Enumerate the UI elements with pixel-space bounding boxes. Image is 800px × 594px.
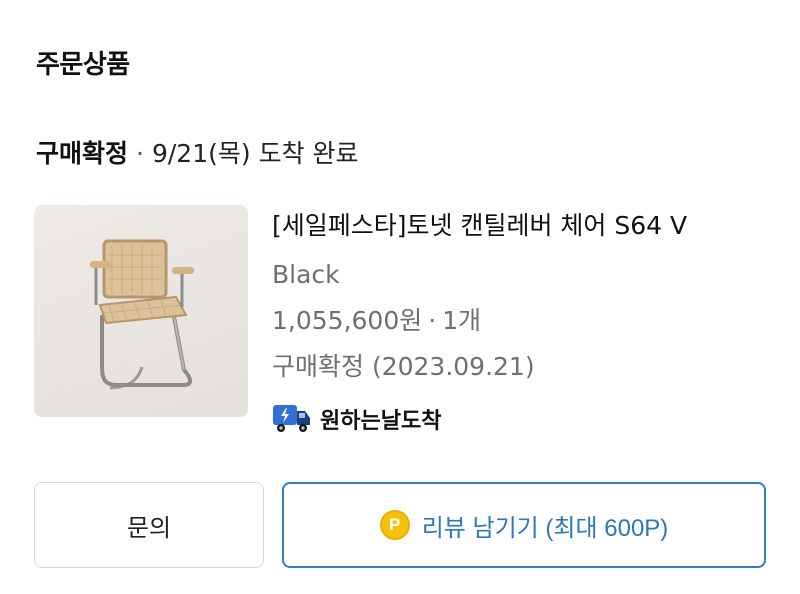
purchase-confirm-date: 구매확정 (2023.09.21) [272, 352, 535, 381]
delivery-status: 도착 완료 [258, 139, 359, 168]
write-review-button[interactable]: P 리뷰 남기기 (최대 600P) [282, 482, 766, 568]
order-product-page: 주문상품 구매확정 · 9/21(목) 도착 완료 [세일페스타]토넷 캔틸레버… [0, 0, 800, 594]
price-separator: · [428, 306, 437, 335]
product-quantity: 1개 [442, 306, 482, 335]
product-price: 1,055,600원 [272, 306, 423, 335]
order-status-line: 구매확정 · 9/21(목) 도착 완료 [36, 134, 359, 170]
order-status: 구매확정 [36, 139, 129, 168]
product-option: Black [272, 260, 340, 289]
delivery-badge: 원하는날도착 [272, 402, 441, 436]
status-separator: · [136, 139, 144, 168]
chair-image [90, 239, 194, 390]
point-coin-icon: P [379, 510, 410, 540]
product-name[interactable]: [세일페스타]토넷 캔틸레버 체어 S64 V [272, 213, 687, 238]
inquiry-button[interactable]: 문의 [34, 482, 264, 568]
delivery-badge-label: 원하는날도착 [320, 409, 442, 434]
write-review-label: 리뷰 남기기 (최대 600P) [421, 514, 669, 542]
truck-icon [273, 405, 310, 432]
product-thumbnail[interactable] [34, 205, 248, 417]
inquiry-button-label: 문의 [126, 514, 172, 542]
section-title: 주문상품 [36, 50, 130, 80]
price-quantity: 1,055,600원 · 1개 [272, 308, 481, 333]
delivery-date: 9/21(목) [151, 139, 251, 168]
